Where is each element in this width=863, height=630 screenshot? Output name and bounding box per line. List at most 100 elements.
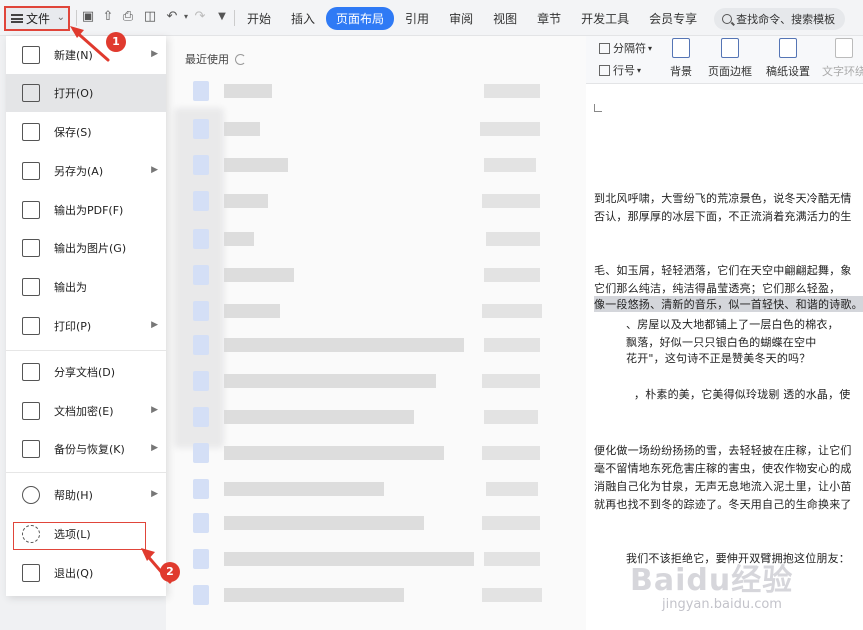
recent-file-row[interactable] xyxy=(166,330,586,360)
background-button[interactable]: 背景 xyxy=(670,38,692,79)
tab-page-layout[interactable]: 页面布局 xyxy=(326,7,395,30)
recent-file-row[interactable] xyxy=(166,508,586,538)
tab-developer[interactable]: 开发工具 xyxy=(572,7,638,30)
paper-settings-button[interactable]: 稿纸设置 xyxy=(766,38,810,79)
help-icon xyxy=(22,486,40,504)
recent-file-row[interactable] xyxy=(166,76,586,106)
menu-item-save[interactable]: 保存(S) xyxy=(6,113,166,151)
document-text-line: 便化做一场纷纷扬扬的雪，去轻轻披在庄稼，让它们 xyxy=(594,444,852,457)
menu-item-exit[interactable]: 退出(Q) xyxy=(6,554,166,592)
save-icon[interactable]: ▣ xyxy=(80,9,96,25)
document-file-icon xyxy=(193,265,209,285)
redacted-file-name xyxy=(224,410,414,424)
customize-quick-access-icon[interactable]: ▼ xyxy=(214,9,230,25)
file-menu-button[interactable]: 文件 ⌄ xyxy=(4,6,70,31)
recent-file-row[interactable] xyxy=(166,544,586,574)
backup-icon xyxy=(22,440,40,458)
menu-item-label: 输出为图片(G) xyxy=(54,242,127,255)
tab-member[interactable]: 会员专享 xyxy=(640,7,706,30)
tab-insert[interactable]: 插入 xyxy=(282,7,324,30)
recent-file-row[interactable] xyxy=(166,438,586,468)
tab-references[interactable]: 引用 xyxy=(396,7,438,30)
encrypt-icon xyxy=(22,402,40,420)
hamburger-menu-icon xyxy=(11,14,23,23)
tab-home[interactable]: 开始 xyxy=(238,7,280,30)
menu-item-new[interactable]: 新建(N) ▶ xyxy=(6,36,166,74)
menu-item-export-as[interactable]: 输出为 xyxy=(6,268,166,306)
menu-item-open[interactable]: 打开(O) xyxy=(6,74,166,112)
document-page[interactable]: 到北风呼啸，大雪纷飞的荒凉景色，说冬天冷酷无情 否认，那厚厚的冰层下面，不正流淌… xyxy=(586,84,863,630)
recent-file-row[interactable] xyxy=(166,366,586,396)
recent-file-row[interactable] xyxy=(166,580,586,610)
callout-step-1: 1 xyxy=(106,32,126,52)
print-icon xyxy=(22,317,40,335)
share-icon xyxy=(22,363,40,381)
redacted-file-date xyxy=(484,84,540,98)
separator-button[interactable]: 分隔符 ▾ xyxy=(599,40,652,56)
line-number-button[interactable]: 行号 ▾ xyxy=(599,62,641,78)
redacted-file-date xyxy=(484,552,540,566)
document-text-line: 到北风呼啸，大雪纷飞的荒凉景色，说冬天冷酷无情 xyxy=(594,192,852,205)
redacted-file-date xyxy=(484,158,536,172)
page-border-icon xyxy=(721,38,739,58)
recent-file-row[interactable] xyxy=(166,150,586,180)
redacted-file-date xyxy=(484,268,540,282)
watermark-url: jingyan.baidu.com xyxy=(662,597,782,612)
print-preview-icon[interactable]: ◫ xyxy=(142,9,158,25)
menu-item-export-image[interactable]: 输出为图片(G) xyxy=(6,229,166,267)
file-menu: 新建(N) ▶ 打开(O) 保存(S) 另存为(A) ▶ 输出为PDF(F) 输… xyxy=(6,36,166,596)
menu-item-encrypt[interactable]: 文档加密(E) ▶ xyxy=(6,392,166,430)
menu-item-backup[interactable]: 备份与恢复(K) ▶ xyxy=(6,430,166,468)
redacted-file-date xyxy=(482,194,540,208)
menu-item-save-as[interactable]: 另存为(A) ▶ xyxy=(6,152,166,190)
recent-files-panel: 最近使用 xyxy=(166,36,586,630)
export-pdf-icon[interactable]: ⇧ xyxy=(100,9,116,25)
recent-file-row[interactable] xyxy=(166,402,586,432)
print-icon[interactable]: ⎙ xyxy=(120,9,136,25)
redacted-file-name xyxy=(224,304,280,318)
redacted-file-name xyxy=(224,268,294,282)
recent-file-row[interactable] xyxy=(166,186,586,216)
menu-item-label: 另存为(A) xyxy=(54,165,104,178)
tab-review[interactable]: 审阅 xyxy=(440,7,482,30)
chevron-right-icon: ▶ xyxy=(151,49,158,59)
refresh-icon[interactable] xyxy=(235,53,246,65)
menu-item-print[interactable]: 打印(P) ▶ xyxy=(6,307,166,345)
redacted-file-name xyxy=(224,482,384,496)
redo-icon[interactable]: ↷ xyxy=(192,9,208,25)
redacted-file-name xyxy=(224,194,268,208)
folder-open-icon xyxy=(22,84,40,102)
chevron-right-icon: ▶ xyxy=(151,443,158,453)
ribbon-tabs: 开始 插入 页面布局 引用 审阅 视图 章节 开发工具 会员专享 查找命令、搜索… xyxy=(238,7,846,30)
recent-files-title: 最近使用 xyxy=(185,53,229,66)
menu-item-label: 保存(S) xyxy=(54,126,92,139)
menu-divider xyxy=(6,350,166,351)
recent-file-row[interactable] xyxy=(166,260,586,290)
chevron-right-icon: ▶ xyxy=(151,320,158,330)
line-number-icon xyxy=(599,64,610,76)
text-wrap-button[interactable]: 文字环绕 xyxy=(822,38,863,79)
recent-file-row[interactable] xyxy=(166,114,586,144)
redacted-file-date xyxy=(482,588,542,602)
recent-file-row[interactable] xyxy=(166,224,586,254)
redacted-file-name xyxy=(224,552,474,566)
menu-item-share[interactable]: 分享文档(D) xyxy=(6,353,166,391)
document-text-line: 就再也找不到冬的踪迹了。冬天用自己的生命换来了 xyxy=(594,498,852,511)
save-icon xyxy=(22,123,40,141)
redacted-file-date xyxy=(484,410,538,424)
menu-item-help[interactable]: 帮助(H) ▶ xyxy=(6,476,166,514)
menu-item-label: 输出为 xyxy=(54,281,87,294)
search-icon xyxy=(722,13,733,24)
recent-file-row[interactable] xyxy=(166,296,586,326)
recent-file-row[interactable] xyxy=(166,474,586,504)
command-search[interactable]: 查找命令、搜索模板 xyxy=(714,7,846,30)
chevron-right-icon: ▶ xyxy=(151,405,158,415)
text-wrap-label: 文字环绕 xyxy=(822,65,863,78)
tab-view[interactable]: 视图 xyxy=(484,7,526,30)
menu-item-label: 退出(Q) xyxy=(54,567,94,580)
page-border-button[interactable]: 页面边框 xyxy=(708,38,752,79)
redacted-file-date xyxy=(482,374,540,388)
tab-section[interactable]: 章节 xyxy=(528,7,570,30)
document-text-line-selected: 像一段悠扬、清新的音乐，似一首轻快、和谐的诗歌。 xyxy=(594,296,863,312)
menu-item-export-pdf[interactable]: 输出为PDF(F) xyxy=(6,191,166,229)
